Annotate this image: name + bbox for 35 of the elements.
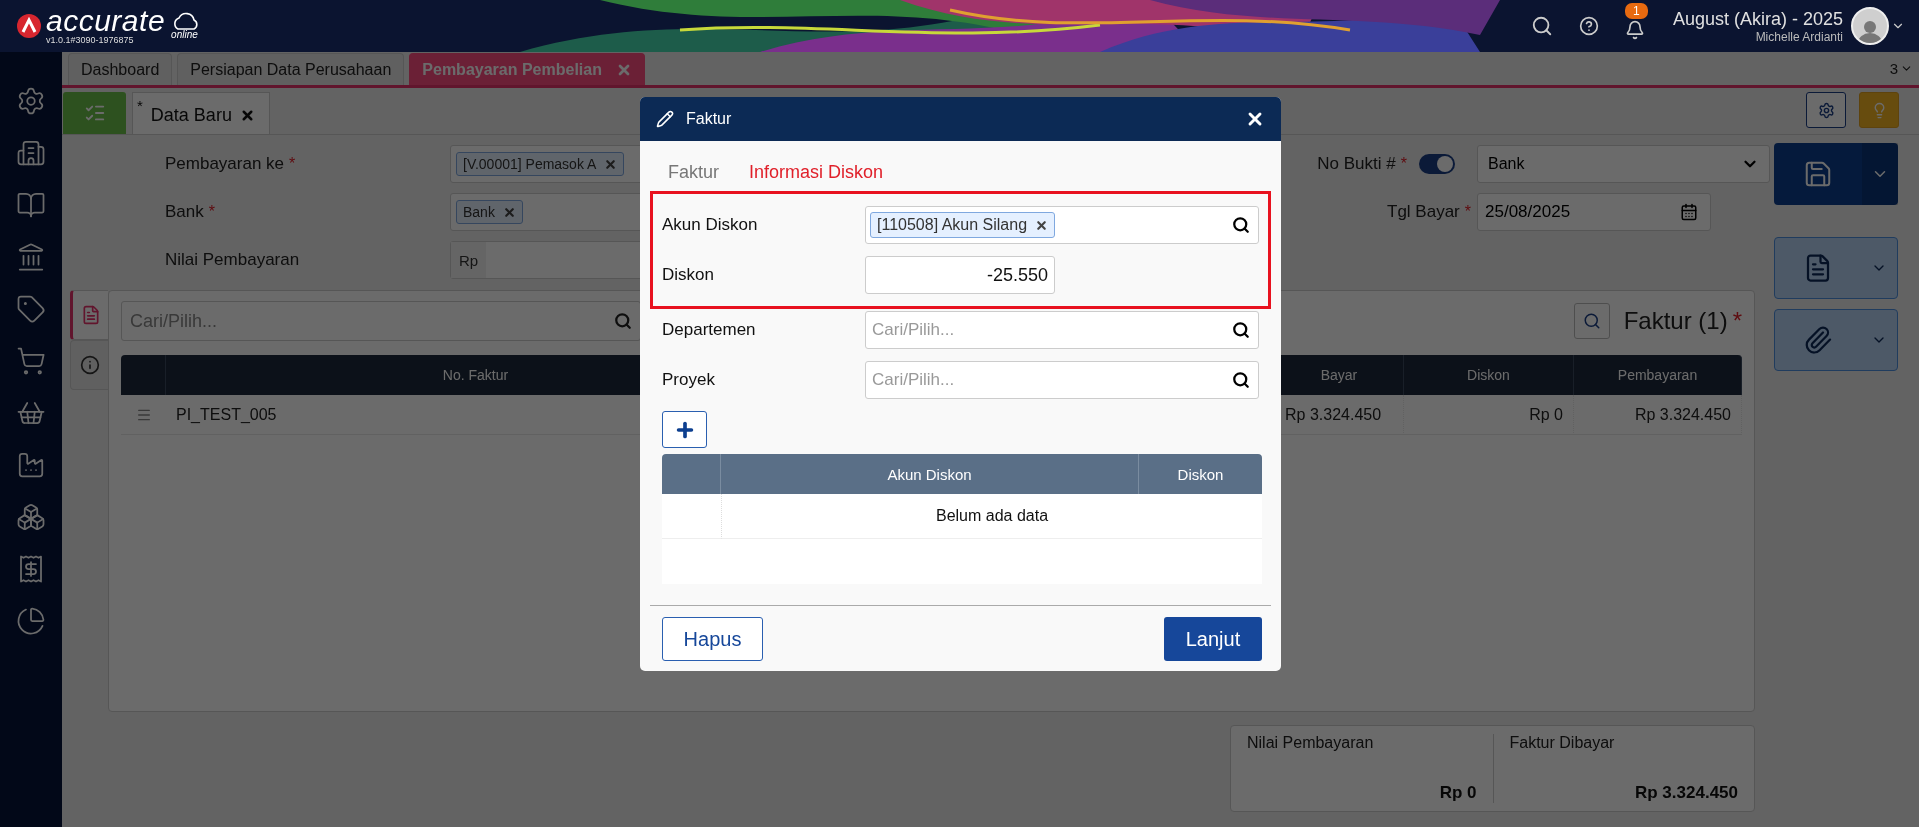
total-label: Nilai Pembayaran (1247, 734, 1375, 752)
selected-tag: Bank (456, 200, 523, 224)
total-value: Rp 3.324.450 (1635, 783, 1738, 803)
total-label: Faktur Dibayar (1509, 734, 1616, 752)
required-mark: * (1464, 203, 1471, 221)
field-label: Bank (165, 202, 204, 222)
table-cell: Rp 0 (1404, 395, 1574, 435)
dialog-title: Faktur (686, 110, 732, 128)
table-cell: Rp 3.324.450 (1574, 395, 1742, 435)
company-name: August (Akira) - 2025 (1672, 8, 1843, 30)
field-label: Diskon (662, 265, 715, 285)
total-value: Rp 0 (1439, 783, 1477, 803)
currency-prefix: Rp (451, 242, 487, 278)
required-mark: * (289, 155, 296, 173)
selected-tag: [V.00001] Pemasok A (456, 152, 625, 176)
user-name: Michelle Ardianti (1755, 29, 1843, 44)
field-label: No Bukti # (1317, 154, 1396, 174)
version-text: v1.0.1#3090-1976875 (46, 35, 135, 45)
column-header: Diskon (1139, 454, 1262, 494)
empty-message: Belum ada data (721, 494, 1262, 539)
column-header: Diskon (1404, 355, 1574, 395)
field-label: Proyek (662, 370, 716, 390)
field-label: Pembayaran ke (165, 154, 285, 174)
field-label: Nilai Pembayaran (165, 250, 300, 270)
required-mark: * (1732, 307, 1742, 335)
column-header: Pembayaran (1574, 355, 1742, 395)
column-header: Akun Diskon (721, 454, 1139, 494)
field-label: Departemen (662, 320, 757, 340)
field-label: Tgl Bayar (1387, 202, 1460, 222)
brand-name: accurate (46, 7, 166, 35)
brand-subtitle: online (171, 28, 198, 40)
required-mark: * (1400, 155, 1407, 173)
selected-tag: [110508] Akun Silang (870, 212, 1056, 238)
panel-title: Faktur (1) (1623, 307, 1728, 335)
required-mark: * (208, 203, 215, 221)
